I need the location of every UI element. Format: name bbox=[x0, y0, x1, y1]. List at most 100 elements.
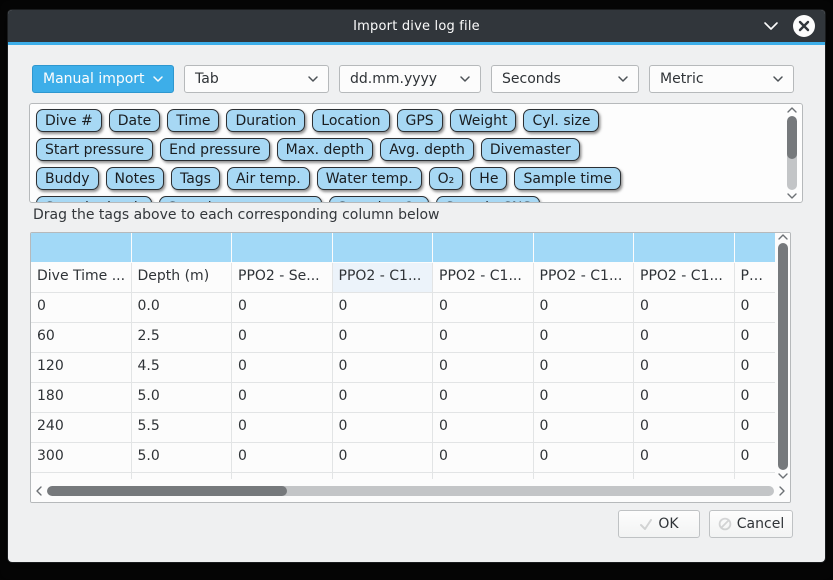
table-cell: 120 bbox=[31, 353, 132, 383]
table-cell: 0 bbox=[735, 383, 777, 413]
scrollbar-track[interactable] bbox=[787, 116, 797, 190]
table-cell: 0 bbox=[634, 383, 735, 413]
table-cell: 0 bbox=[232, 353, 333, 383]
cancel-button[interactable]: Cancel bbox=[709, 510, 793, 538]
scroll-left-icon[interactable] bbox=[35, 485, 43, 497]
table-cell: 0 bbox=[534, 353, 635, 383]
column-header: PPO2 bbox=[735, 263, 777, 293]
tag-water-temp-[interactable]: Water temp. bbox=[317, 167, 422, 190]
combo-dd-mm-yyyy[interactable]: dd.mm.yyyy bbox=[339, 65, 481, 93]
column-drop-cell[interactable] bbox=[735, 233, 777, 263]
chevron-down-icon bbox=[459, 75, 471, 83]
chevron-down-icon bbox=[617, 75, 629, 83]
tag-sample-po-[interactable]: Sample pO₂ bbox=[329, 196, 429, 203]
table-cell: 0 bbox=[433, 413, 534, 443]
ok-button[interactable]: OK bbox=[618, 510, 700, 538]
column-header: PPO2 - C1... bbox=[433, 263, 534, 293]
accent-line bbox=[8, 42, 825, 45]
table-cell: 60 bbox=[31, 323, 132, 353]
column-drop-cell[interactable] bbox=[634, 233, 735, 263]
tag-avg-depth[interactable]: Avg. depth bbox=[380, 138, 474, 161]
table-cell: 0 bbox=[735, 293, 777, 323]
table-cell: 0 bbox=[735, 353, 777, 383]
scrollbar-thumb[interactable] bbox=[787, 116, 797, 159]
scrollbar-thumb[interactable] bbox=[47, 486, 287, 496]
tag-buddy[interactable]: Buddy bbox=[36, 167, 99, 190]
tag-sample-cns[interactable]: Sample CNS bbox=[436, 196, 540, 203]
tags-vertical-scrollbar[interactable] bbox=[785, 106, 799, 200]
tag-tags[interactable]: Tags bbox=[171, 167, 220, 190]
table-horizontal-scrollbar[interactable] bbox=[31, 479, 790, 502]
tag-he[interactable]: He bbox=[470, 167, 507, 190]
scroll-up-icon[interactable] bbox=[777, 233, 789, 241]
combo-seconds[interactable]: Seconds bbox=[491, 65, 639, 93]
tag-weight[interactable]: Weight bbox=[450, 109, 517, 132]
combo-value: dd.mm.yyyy bbox=[350, 71, 437, 87]
close-button[interactable] bbox=[793, 15, 815, 37]
drag-hint: Drag the tags above to each correspondin… bbox=[33, 207, 440, 223]
column-drop-cell[interactable] bbox=[534, 233, 635, 263]
table-cell: 0 bbox=[735, 323, 777, 353]
tag-air-temp-[interactable]: Air temp. bbox=[227, 167, 310, 190]
table-cell: 0 bbox=[433, 353, 534, 383]
column-header: Dive Time ... bbox=[31, 263, 132, 293]
check-icon bbox=[639, 517, 653, 531]
table-cell: 240 bbox=[31, 413, 132, 443]
titlebar-buttons bbox=[763, 10, 815, 42]
tag-o-[interactable]: O₂ bbox=[429, 167, 464, 190]
column-drop-cell[interactable] bbox=[132, 233, 233, 263]
scroll-right-icon[interactable] bbox=[778, 485, 786, 497]
import-options-row: Manual import Tab dd.mm.yyyy Seconds Metric bbox=[32, 65, 794, 93]
scrollbar-track[interactable] bbox=[47, 486, 774, 496]
table-cell: 0 bbox=[333, 293, 434, 323]
table-grid: Dive Time ...Depth (m)PPO2 - Se...PPO2 -… bbox=[31, 233, 776, 479]
combo-value: Metric bbox=[660, 71, 704, 87]
scrollbar-thumb[interactable] bbox=[778, 243, 788, 470]
tag-list-panel: Dive # Date Time Duration Location GPS Weight C… bbox=[29, 103, 803, 203]
import-dialog: Import dive log file Manual import Tab dd.… bbox=[8, 10, 825, 562]
tag-rows: Dive # Date Time Duration Location GPS Weight C… bbox=[36, 109, 776, 203]
table-cell: 0 bbox=[333, 323, 434, 353]
cancel-button-label: Cancel bbox=[737, 516, 784, 532]
tag-sample-temperature[interactable]: Sample temperature bbox=[159, 196, 322, 203]
scroll-up-icon[interactable] bbox=[786, 106, 798, 114]
tag-notes[interactable]: Notes bbox=[106, 167, 164, 190]
scroll-down-icon[interactable] bbox=[786, 192, 798, 200]
table-cell: 0 bbox=[31, 293, 132, 323]
tag-sample-depth[interactable]: Sample depth bbox=[36, 196, 152, 203]
tag-time[interactable]: Time bbox=[167, 109, 219, 132]
tag-cyl-size[interactable]: Cyl. size bbox=[523, 109, 599, 132]
table-vertical-scrollbar[interactable] bbox=[775, 233, 790, 480]
table-row: 1204.5000000 bbox=[31, 353, 776, 383]
table-row: 3005.0000000 bbox=[31, 443, 776, 473]
column-drop-cell[interactable] bbox=[232, 233, 333, 263]
table-cell: 0 bbox=[232, 443, 333, 473]
table-cell: 0 bbox=[232, 413, 333, 443]
column-header: PPO2 - Se... bbox=[232, 263, 333, 293]
tag-divemaster[interactable]: Divemaster bbox=[481, 138, 580, 161]
cancel-icon bbox=[718, 517, 732, 531]
tag-sample-time[interactable]: Sample time bbox=[514, 167, 621, 190]
titlebar[interactable]: Import dive log file bbox=[8, 10, 825, 42]
table-cell: 0 bbox=[634, 443, 735, 473]
column-drop-cell[interactable] bbox=[31, 233, 132, 263]
table-cell: 0 bbox=[534, 413, 635, 443]
tag-gps[interactable]: GPS bbox=[397, 109, 443, 132]
tag-duration[interactable]: Duration bbox=[226, 109, 305, 132]
combo-metric[interactable]: Metric bbox=[649, 65, 794, 93]
column-drop-cell[interactable] bbox=[333, 233, 434, 263]
chevron-down-icon[interactable] bbox=[763, 21, 779, 31]
combo-tab[interactable]: Tab bbox=[184, 65, 329, 93]
table-cell: 0 bbox=[534, 323, 635, 353]
tag-location[interactable]: Location bbox=[312, 109, 389, 132]
tag-dive-[interactable]: Dive # bbox=[36, 109, 102, 132]
tag-row: Sample depth Sample temperature Sample pO₂… bbox=[36, 196, 776, 203]
tag-end-pressure[interactable]: End pressure bbox=[160, 138, 270, 161]
tag-max-depth[interactable]: Max. depth bbox=[277, 138, 374, 161]
tag-date[interactable]: Date bbox=[109, 109, 160, 132]
tag-start-pressure[interactable]: Start pressure bbox=[36, 138, 153, 161]
column-drop-cell[interactable] bbox=[433, 233, 534, 263]
table-row: 2405.5000000 bbox=[31, 413, 776, 443]
table-cell: 5.0 bbox=[132, 383, 233, 413]
combo-manual-import[interactable]: Manual import bbox=[32, 65, 174, 93]
